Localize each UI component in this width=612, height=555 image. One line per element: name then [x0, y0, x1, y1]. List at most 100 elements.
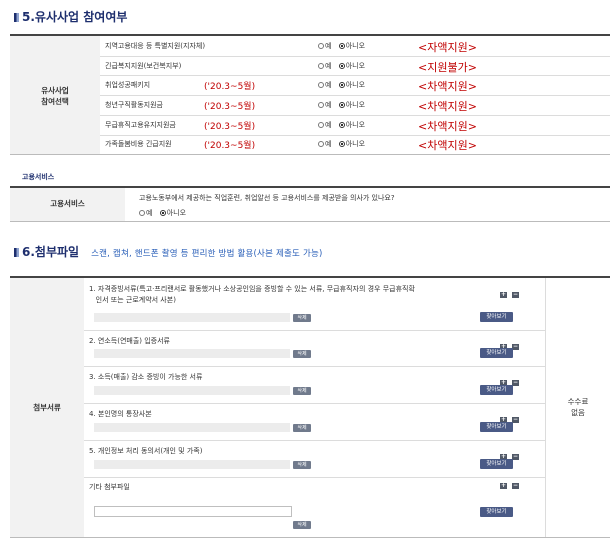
- row-divider: [100, 134, 610, 136]
- program-period: ('20.3~5월): [204, 101, 256, 112]
- attachment-plus-icon[interactable]: +: [500, 292, 507, 298]
- attachment-minus-icon[interactable]: −: [512, 344, 519, 350]
- attachment-find-button[interactable]: 찾아보기: [480, 385, 513, 395]
- section6-subtitle: 스캔, 캡쳐, 핸드폰 촬영 등 편리한 방법 활용(사본 제출도 가능): [91, 249, 323, 259]
- program-name: 청년구직활동지원금: [105, 100, 163, 109]
- program-yes-radio[interactable]: [318, 141, 324, 148]
- section5-top-border: [10, 34, 610, 36]
- other-delete-button[interactable]: 삭제: [293, 521, 311, 529]
- employment-small-title: 고용서비스: [22, 173, 55, 181]
- row-divider: [100, 75, 610, 77]
- attachment-item-label: 2. 연소득(연매출) 입증서류: [89, 337, 170, 345]
- row-divider: [84, 330, 545, 331]
- employment-bottom-border: [10, 221, 610, 222]
- employment-yes-radio[interactable]: [139, 210, 145, 216]
- employment-yes-label: 예: [146, 209, 153, 217]
- attachment-find-button[interactable]: 찾아보기: [480, 422, 513, 432]
- program-period: ('20.3~5월): [204, 82, 256, 93]
- program-support-status: <지원불가>: [418, 60, 477, 74]
- program-no-radio[interactable]: [338, 141, 345, 148]
- program-no-label: 아니오: [345, 120, 366, 129]
- other-minus-icon[interactable]: −: [512, 483, 519, 489]
- program-support-status: <차액지원>: [418, 80, 477, 94]
- program-yes-radio[interactable]: [318, 42, 324, 49]
- program-radio-group: 예 아니오: [318, 120, 365, 130]
- attachment-file-field[interactable]: [94, 386, 290, 395]
- attachment-file-field[interactable]: [94, 313, 290, 322]
- employment-radio-group: 예 아니오: [139, 208, 186, 218]
- program-no-radio[interactable]: [338, 101, 345, 108]
- row-divider: [84, 366, 545, 367]
- program-no-label: 아니오: [345, 41, 366, 50]
- program-no-label: 아니오: [345, 100, 366, 109]
- program-yes-radio[interactable]: [318, 101, 324, 108]
- section-bullet-icon: [14, 13, 19, 22]
- program-name: 지역고용대응 등 특별지원(지자체): [105, 41, 206, 50]
- program-yes-label: 예: [325, 100, 332, 109]
- section5-title: 5.유사사업 참여여부: [14, 8, 127, 25]
- attachment-find-button[interactable]: 찾아보기: [480, 312, 513, 322]
- other-plus-icon[interactable]: +: [500, 483, 507, 489]
- section6-bottom-border: [10, 537, 610, 538]
- attachment-delete-button[interactable]: 삭제: [293, 350, 311, 358]
- attachment-delete-button[interactable]: 삭제: [293, 424, 311, 432]
- section5-bottom-border: [10, 154, 610, 155]
- program-name: 취업성공패키지: [105, 81, 151, 90]
- attachment-find-button[interactable]: 찾아보기: [480, 348, 513, 358]
- attachment-minus-icon[interactable]: −: [512, 454, 519, 460]
- program-period: ('20.3~5월): [204, 141, 256, 152]
- employment-no-radio[interactable]: [159, 210, 166, 216]
- program-no-label: 아니오: [345, 81, 366, 90]
- program-yes-radio[interactable]: [318, 82, 324, 89]
- employment-no-label: 아니오: [166, 209, 187, 217]
- other-attachment-label: 기타 첨부파일: [89, 483, 130, 491]
- attachment-file-field[interactable]: [94, 460, 290, 469]
- attachment-file-field[interactable]: [94, 349, 290, 358]
- program-radio-group: 예 아니오: [318, 139, 365, 149]
- program-no-radio[interactable]: [338, 121, 345, 128]
- other-file-input[interactable]: [94, 506, 292, 517]
- program-name: 가족돌봄비용 긴급지원: [105, 140, 172, 149]
- attachment-file-field[interactable]: [94, 423, 290, 432]
- program-no-radio[interactable]: [338, 42, 345, 49]
- program-name: 무급휴직고용유지지원금: [105, 120, 176, 129]
- program-yes-label: 예: [325, 81, 332, 90]
- program-period: ('20.3~5월): [204, 121, 256, 132]
- section6-top-border: [10, 276, 610, 278]
- attachment-minus-icon[interactable]: −: [512, 380, 519, 386]
- fee-label: 수수료 없음: [567, 397, 589, 417]
- program-radio-group: 예 아니오: [318, 80, 365, 90]
- section6-title: 6.첨부파일 스캔, 캡쳐, 핸드폰 촬영 등 편리한 방법 활용(사본 제출도 …: [14, 243, 323, 260]
- program-support-status: <차액지원>: [418, 119, 477, 133]
- attachment-delete-button[interactable]: 삭제: [293, 461, 311, 469]
- program-yes-label: 예: [325, 41, 332, 50]
- section-bullet-icon: [14, 248, 19, 257]
- employment-label: 고용서비스: [50, 199, 85, 208]
- other-find-button[interactable]: 찾아보기: [480, 507, 513, 517]
- program-yes-radio[interactable]: [318, 121, 324, 128]
- row-divider: [100, 114, 610, 116]
- attachment-delete-button[interactable]: 삭제: [293, 387, 311, 395]
- section6-label: 첨부서류: [33, 403, 61, 412]
- attachment-item-label: 4. 본인명의 통장사본: [89, 410, 152, 418]
- attachment-minus-icon[interactable]: −: [512, 417, 519, 423]
- attachment-minus-icon[interactable]: −: [512, 292, 519, 298]
- program-support-status: <차액지원>: [418, 99, 477, 113]
- attachment-find-button[interactable]: 찾아보기: [480, 459, 513, 469]
- program-radio-group: 예 아니오: [318, 100, 365, 110]
- program-no-label: 아니오: [345, 61, 366, 70]
- program-yes-label: 예: [325, 61, 332, 70]
- program-name: 긴급복지지원(보건복지부): [105, 61, 182, 70]
- row-divider: [84, 440, 545, 441]
- row-divider: [100, 95, 610, 97]
- employment-question: 고용노동부에서 제공하는 직업훈련, 취업알선 등 고용서비스를 제공받을 의사…: [139, 194, 395, 202]
- program-no-radio[interactable]: [338, 82, 345, 89]
- program-radio-group: 예 아니오: [318, 61, 365, 71]
- program-no-radio[interactable]: [338, 62, 345, 69]
- program-support-status: <차액지원>: [418, 139, 477, 153]
- attachment-delete-button[interactable]: 삭제: [293, 314, 311, 322]
- program-yes-radio[interactable]: [318, 62, 324, 69]
- program-yes-label: 예: [325, 140, 332, 149]
- program-support-status: <자액지원>: [418, 40, 477, 54]
- section5-label: 유사사업 참여선택: [41, 86, 69, 106]
